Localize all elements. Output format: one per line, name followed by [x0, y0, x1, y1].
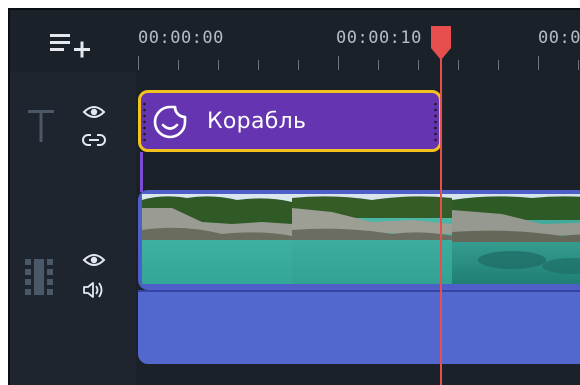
eye-icon[interactable]	[82, 250, 106, 270]
audio-lane[interactable]	[138, 290, 580, 364]
playhead-handle[interactable]	[429, 26, 453, 62]
clip-connector	[140, 152, 143, 192]
ruler-tick	[538, 56, 539, 70]
speaker-icon[interactable]	[82, 280, 106, 300]
timecode-1: 00:00:10	[336, 28, 422, 48]
title-clip[interactable]: Корабль	[138, 90, 442, 152]
timecode-0: 00:00:00	[138, 28, 224, 48]
timeline-header: 00:00:00 00:00:10 00:0	[10, 10, 580, 72]
video-thumbnail	[292, 194, 452, 284]
timecode-2: 00:0	[538, 28, 580, 48]
video-clip[interactable]	[138, 190, 580, 290]
video-thumbnail	[142, 194, 292, 284]
ruler-tick	[338, 56, 339, 70]
ruler-tick	[378, 60, 379, 70]
ruler-tick	[258, 60, 259, 70]
timeline-panel: 00:00:00 00:00:10 00:0 Корабль	[8, 8, 580, 385]
video-thumbnail	[452, 194, 580, 284]
eye-icon[interactable]	[82, 102, 106, 122]
add-track-icon[interactable]	[48, 30, 92, 60]
title-track-icon	[28, 110, 54, 142]
video-track-icon	[25, 259, 53, 295]
ruler-tick	[178, 60, 179, 70]
link-icon[interactable]	[82, 130, 106, 150]
ruler-tick	[578, 60, 579, 70]
trim-handle-right[interactable]	[434, 101, 437, 141]
sticker-icon	[153, 105, 187, 139]
trim-handle-left[interactable]	[143, 101, 146, 141]
ruler-tick	[458, 60, 459, 70]
ruler-tick	[218, 60, 219, 70]
ruler-tick	[498, 60, 499, 70]
ruler-tick	[138, 56, 139, 70]
title-clip-label: Корабль	[207, 109, 307, 134]
playhead-line	[440, 40, 442, 385]
ruler-tick	[418, 60, 419, 70]
timeline-ruler[interactable]	[138, 56, 580, 72]
ruler-tick	[298, 60, 299, 70]
